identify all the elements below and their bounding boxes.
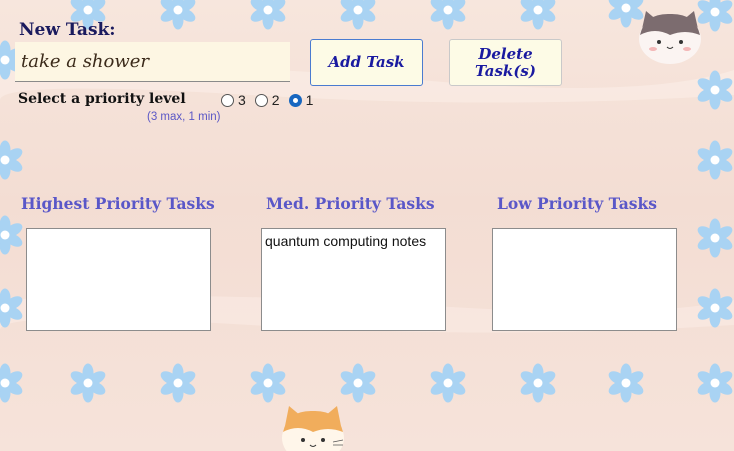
add-task-button-label: Add Task — [328, 53, 405, 72]
med-priority-title: Med. Priority Tasks — [266, 194, 435, 213]
delete-button-line2: Task(s) — [475, 61, 536, 80]
priority-option-label: 2 — [271, 92, 280, 108]
priority-option-2[interactable]: 2 — [254, 92, 280, 108]
radio-1[interactable] — [288, 93, 302, 107]
task-manager: New Task: Add Task Delete Task(s) Select… — [0, 0, 734, 451]
med-priority-list[interactable]: quantum computing notes — [261, 228, 446, 331]
highest-priority-title: Highest Priority Tasks — [21, 194, 215, 213]
priority-option-1[interactable]: 1 — [288, 92, 314, 108]
low-priority-list[interactable] — [492, 228, 677, 331]
priority-label: Select a priority level — [18, 91, 186, 107]
priority-option-label: 3 — [238, 92, 246, 108]
highest-priority-list[interactable] — [26, 228, 211, 331]
task-item[interactable]: quantum computing notes — [265, 233, 442, 249]
new-task-label: New Task: — [19, 20, 116, 40]
radio-2[interactable] — [254, 93, 268, 107]
delete-tasks-button-label: Delete Task(s) — [475, 46, 536, 79]
radio-3[interactable] — [221, 93, 234, 107]
priority-option-label: 1 — [305, 92, 314, 108]
task-input[interactable] — [15, 42, 290, 82]
low-priority-title: Low Priority Tasks — [497, 194, 657, 213]
delete-tasks-button[interactable]: Delete Task(s) — [449, 39, 562, 86]
priority-option-3[interactable]: 3 — [221, 92, 246, 108]
priority-hint: (3 max, 1 min) — [147, 111, 221, 123]
add-task-button[interactable]: Add Task — [310, 39, 423, 86]
priority-radio-group: 3 2 1 — [221, 92, 322, 108]
delete-button-line1: Delete — [478, 45, 533, 63]
